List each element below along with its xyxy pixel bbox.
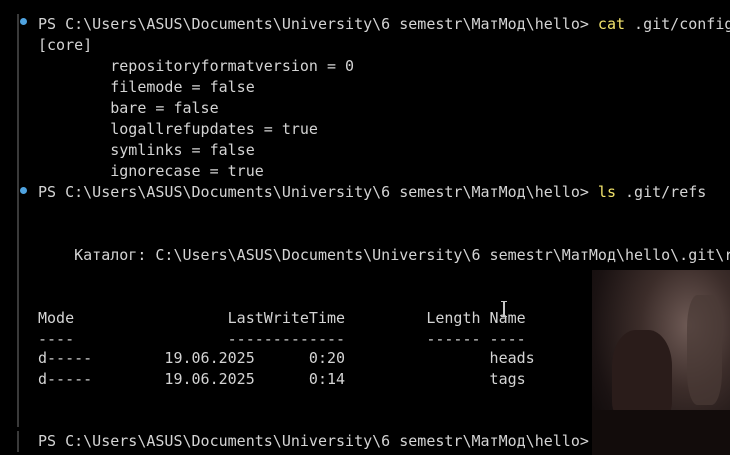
command-args: .git/refs	[615, 183, 707, 201]
table-row: d----- 19.06.2025 0:14 tags	[38, 370, 526, 388]
webcam-figure-highlight	[687, 295, 722, 405]
prompt-text: PS C:\Users\ASUS\Documents\University\6 …	[38, 15, 598, 33]
prompt-status-dot-1	[20, 18, 27, 25]
mouse-ibeam-cursor	[501, 301, 507, 317]
table-separator: ---- ------------- ------ ----	[38, 330, 526, 348]
command-name: ls	[597, 183, 616, 201]
prompt-text: PS C:\Users\ASUS\Documents\University\6 …	[38, 183, 598, 201]
command-gutter-2	[17, 182, 19, 427]
prompt-text: PS C:\Users\ASUS\Documents\University\6 …	[38, 432, 598, 450]
table-row: d----- 19.06.2025 0:20 heads	[38, 349, 535, 367]
prompt-line-2: PS C:\Users\ASUS\Documents\University\6 …	[38, 182, 706, 203]
config-line: ignorecase = true	[38, 162, 264, 180]
command-gutter-1	[17, 14, 19, 182]
command-name: cat	[597, 15, 626, 33]
webcam-shadow	[592, 410, 730, 455]
webcam-overlay	[592, 270, 730, 455]
command-args: .git/config	[625, 15, 730, 33]
config-line: bare = false	[38, 99, 219, 117]
config-line: repositoryformatversion = 0	[38, 57, 355, 75]
prompt-line-3[interactable]: PS C:\Users\ASUS\Documents\University\6 …	[38, 431, 611, 452]
prompt-status-dot-2	[20, 187, 27, 194]
terminal-window[interactable]: PS C:\Users\ASUS\Documents\University\6 …	[0, 0, 730, 455]
prompt-line-1: PS C:\Users\ASUS\Documents\University\6 …	[38, 14, 730, 35]
config-line: logallrefupdates = true	[38, 120, 318, 138]
command-gutter-3	[17, 431, 19, 452]
config-line: filemode = false	[38, 78, 255, 96]
table-header: Mode LastWriteTime Length Name	[38, 309, 526, 327]
webcam-figure	[612, 330, 672, 420]
config-section: [core]	[38, 36, 93, 54]
config-line: symlinks = false	[38, 141, 255, 159]
directory-line: Каталог: C:\Users\ASUS\Documents\Univers…	[38, 246, 730, 264]
